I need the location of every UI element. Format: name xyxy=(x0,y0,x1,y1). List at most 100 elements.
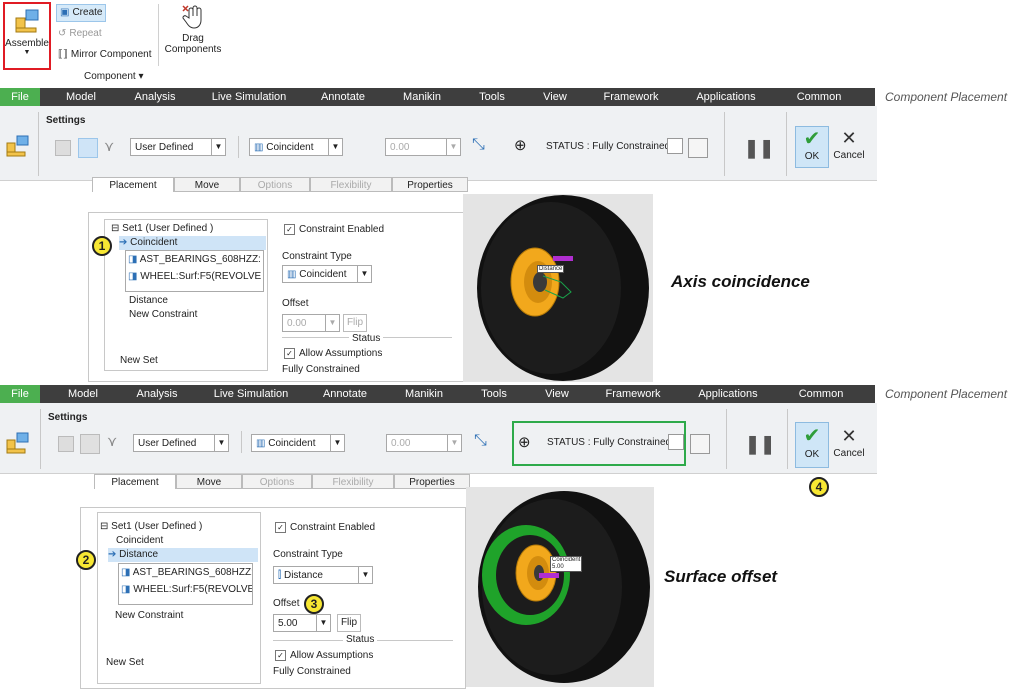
constraint-row-selected[interactable]: ➔ Distance xyxy=(108,548,258,562)
constraint-row-selected[interactable]: ➔ Coincident xyxy=(119,236,266,250)
assemble-button[interactable]: Assemble ▼ xyxy=(3,2,51,70)
constraint-select[interactable]: ▥ Coincident ▼ xyxy=(251,434,345,452)
cancel-button[interactable]: ✕ Cancel xyxy=(832,424,866,459)
set-row[interactable]: ⊟ Set1 (User Defined ) xyxy=(100,520,258,534)
reference-2-label: WHEEL:Surf:F5(REVOLVE xyxy=(140,271,262,282)
tab-placement[interactable]: Placement xyxy=(94,474,176,489)
menu-analysis[interactable]: Analysis xyxy=(130,385,184,403)
tab-flexibility[interactable]: Flexibility xyxy=(312,474,394,489)
menu-applications[interactable]: Applications xyxy=(692,385,764,403)
tab-properties[interactable]: Properties xyxy=(392,177,468,192)
angle-icon[interactable]: ⋎ xyxy=(104,138,114,155)
move-target-icon[interactable]: ⊕ xyxy=(518,433,531,451)
references-box-1: ◨ AST_BEARINGS_608HZZ: ◨ WHEEL:Surf:F5(R… xyxy=(125,250,264,292)
menu-framework[interactable]: Framework xyxy=(599,385,667,403)
constraint-type-select[interactable]: ▥ Coincident ▼ xyxy=(282,265,372,283)
model-viewport-2[interactable]: Coincident 5.00 xyxy=(466,487,654,687)
component-group-label[interactable]: Component ▾ xyxy=(84,71,144,82)
offset-input[interactable]: 0.00 ▼ xyxy=(282,314,340,332)
reference-2[interactable]: ◨ WHEEL:Surf:F5(REVOLVE xyxy=(119,581,252,598)
menu-tools[interactable]: Tools xyxy=(472,88,512,106)
reference-2-label: WHEEL:Surf:F5(REVOLVE xyxy=(133,584,252,595)
assembly-window-icon[interactable] xyxy=(690,434,710,454)
coincident-row[interactable]: Coincident xyxy=(116,534,258,548)
flip-button[interactable]: Flip xyxy=(337,614,361,632)
menu-manikin[interactable]: Manikin xyxy=(397,385,451,403)
flip-icon[interactable]: ⤡ xyxy=(474,432,487,450)
menu-model[interactable]: Model xyxy=(58,88,104,106)
menu-applications[interactable]: Applications xyxy=(690,88,762,106)
connection-icon[interactable] xyxy=(58,436,74,452)
menu-live-simulation[interactable]: Live Simulation xyxy=(205,88,293,106)
ok-button[interactable]: ✔ OK xyxy=(795,126,829,168)
wheel-offset-render xyxy=(478,491,650,683)
menu-common[interactable]: Common xyxy=(790,88,848,106)
reference-1[interactable]: ◨ AST_BEARINGS_608HZZ: xyxy=(119,564,252,581)
constraint-icon[interactable] xyxy=(78,138,98,158)
menu-framework[interactable]: Framework xyxy=(597,88,665,106)
offset-select[interactable]: 0.00 ▼ xyxy=(386,434,462,452)
set-row[interactable]: ⊟ Set1 (User Defined ) xyxy=(111,222,266,236)
ok-button[interactable]: ✔ OK xyxy=(795,422,829,468)
menu-view[interactable]: View xyxy=(538,385,576,403)
constraint-enabled-checkbox[interactable]: ✓ Constraint Enabled xyxy=(275,522,375,533)
assembly-window-icon[interactable] xyxy=(688,138,708,158)
allow-assumptions-checkbox[interactable]: ✓ Allow Assumptions xyxy=(275,650,373,661)
chevron-down-icon: ▼ xyxy=(23,49,31,56)
distance-row[interactable]: Distance xyxy=(129,295,168,306)
menu-tools[interactable]: Tools xyxy=(474,385,514,403)
menu-common[interactable]: Common xyxy=(792,385,850,403)
menu-analysis[interactable]: Analysis xyxy=(128,88,182,106)
constraint-type-select[interactable]: ⫿ Distance ▼ xyxy=(273,566,373,584)
create-button[interactable]: ▣ Create xyxy=(56,4,107,22)
offset-value: 0.00 xyxy=(390,142,410,153)
menu-annotate[interactable]: Annotate xyxy=(315,88,371,106)
drag-components-button[interactable]: Drag Components xyxy=(163,4,223,55)
new-set-row[interactable]: New Set xyxy=(106,657,144,668)
pause-icon[interactable]: ❚❚ xyxy=(744,138,774,159)
new-set-row[interactable]: New Set xyxy=(120,355,158,366)
menu-live-simulation[interactable]: Live Simulation xyxy=(207,385,295,403)
tab-properties[interactable]: Properties xyxy=(394,474,470,489)
flip-icon[interactable]: ⤡ xyxy=(472,136,485,154)
tab-move[interactable]: Move xyxy=(174,177,240,192)
chevron-down-icon: ▼ xyxy=(446,139,460,155)
tab-options[interactable]: Options xyxy=(240,177,310,192)
menu-file[interactable]: File xyxy=(0,88,40,106)
separate-window-icon[interactable] xyxy=(667,138,683,154)
menu-model[interactable]: Model xyxy=(60,385,106,403)
new-constraint-row[interactable]: New Constraint xyxy=(129,309,197,320)
component-icon: ◨ xyxy=(128,271,138,282)
callout-2: 2 xyxy=(76,550,96,570)
move-target-icon[interactable]: ⊕ xyxy=(514,136,527,154)
angle-icon[interactable]: ⋎ xyxy=(107,433,117,450)
menu-file[interactable]: File xyxy=(0,385,40,403)
cancel-button[interactable]: ✕ Cancel xyxy=(832,126,866,161)
pause-icon[interactable]: ❚❚ xyxy=(745,434,775,455)
constraint-enabled-checkbox[interactable]: ✓ Constraint Enabled xyxy=(284,224,384,235)
menu-manikin[interactable]: Manikin xyxy=(395,88,449,106)
mirror-component-button[interactable]: ⟦⟧ Mirror Component xyxy=(58,46,152,64)
separate-window-icon[interactable] xyxy=(668,434,684,450)
flip-button[interactable]: Flip xyxy=(343,314,367,332)
constraint-list-1: ⊟ Set1 (User Defined ) ➔ Coincident xyxy=(111,222,266,250)
reference-2[interactable]: ◨ WHEEL:Surf:F5(REVOLVE xyxy=(126,268,263,285)
allow-assumptions-checkbox[interactable]: ✓ Allow Assumptions xyxy=(284,348,382,359)
reference-1[interactable]: ◨ AST_BEARINGS_608HZZ: xyxy=(126,251,263,268)
new-constraint-row[interactable]: New Constraint xyxy=(115,610,183,621)
tab-move[interactable]: Move xyxy=(176,474,242,489)
menu-annotate[interactable]: Annotate xyxy=(317,385,373,403)
model-viewport-1[interactable]: Distance xyxy=(463,194,653,382)
offset-input[interactable]: 5.00 ▼ xyxy=(273,614,331,632)
tab-placement[interactable]: Placement xyxy=(92,177,174,192)
set-type-select[interactable]: User Defined ▼ xyxy=(133,434,229,452)
menu-view[interactable]: View xyxy=(536,88,574,106)
offset-select[interactable]: 0.00 ▼ xyxy=(385,138,461,156)
tab-flexibility[interactable]: Flexibility xyxy=(310,177,392,192)
constraint-select[interactable]: ▥ Coincident ▼ xyxy=(249,138,343,156)
tab-options[interactable]: Options xyxy=(242,474,312,489)
constraint-icon[interactable] xyxy=(80,434,100,454)
set-type-select[interactable]: User Defined ▼ xyxy=(130,138,226,156)
connection-icon[interactable] xyxy=(55,140,71,156)
repeat-button[interactable]: ↺ Repeat xyxy=(58,25,102,43)
